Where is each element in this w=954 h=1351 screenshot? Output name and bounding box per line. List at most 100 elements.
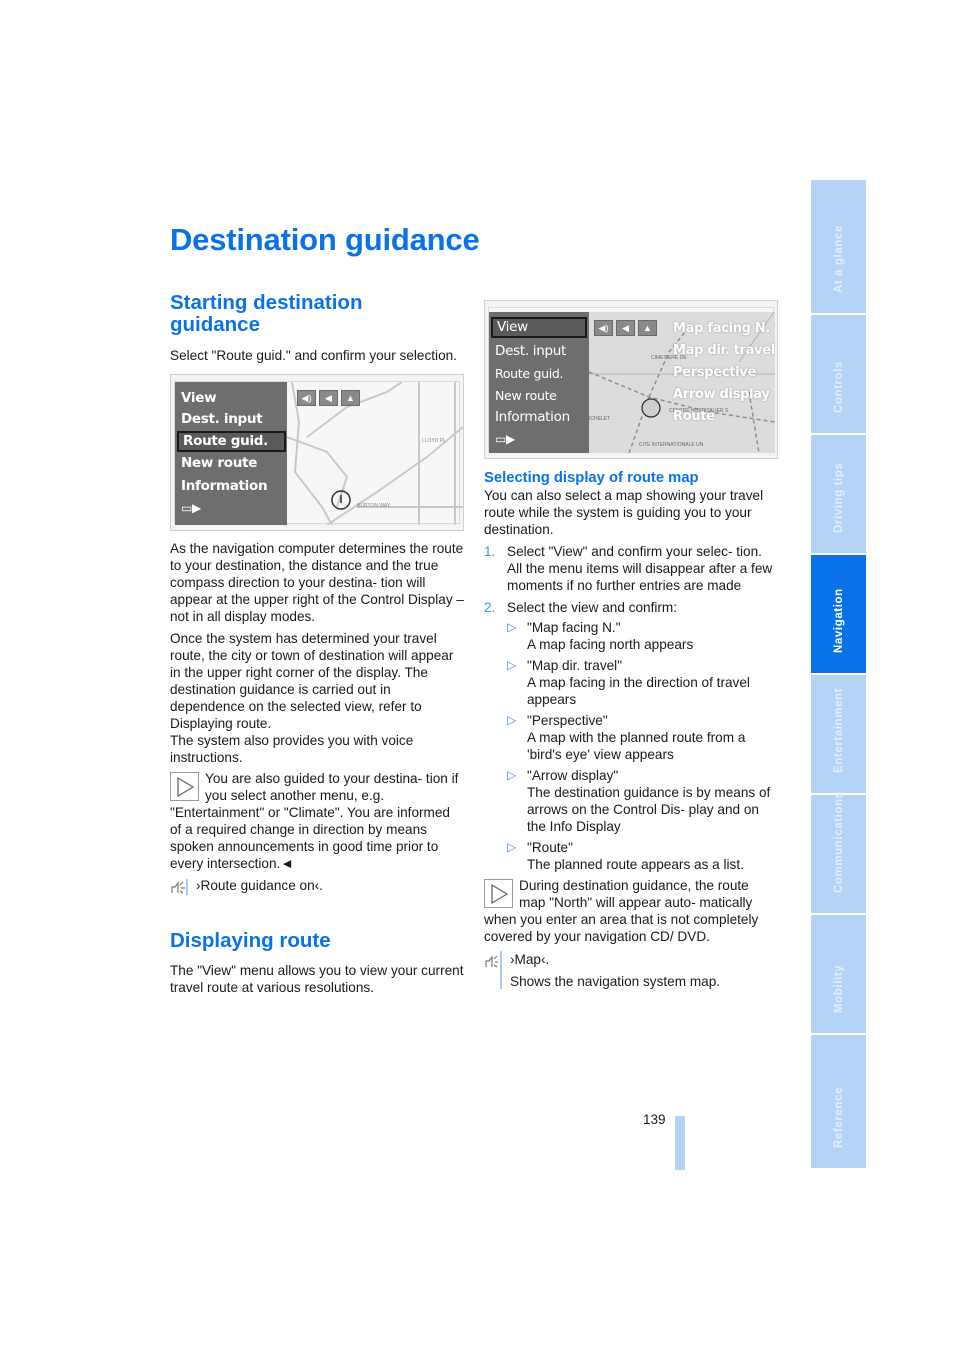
option-desc: The destination guidance is by means of … <box>527 785 771 834</box>
note-block: During destination guidance, the route m… <box>484 877 778 945</box>
menu-item-information: Information <box>495 409 570 425</box>
option-desc: A map facing north appears <box>527 637 694 652</box>
map-button-row: ◀) ◀ ▲ <box>297 390 360 406</box>
step-item: 2. Select the view and confirm: ▷ "Map f… <box>484 599 778 873</box>
option-label: "Route" <box>527 840 573 855</box>
tab-mobility[interactable]: Mobility <box>811 915 866 1033</box>
option-item: ▷ "Arrow display" The destination guidan… <box>507 767 778 835</box>
tab-navigation[interactable]: Navigation <box>811 555 866 673</box>
heading-line: guidance <box>170 313 260 336</box>
control-display: View Dest. input Route guid. New route I… <box>488 307 775 453</box>
note-block: You are also guided to your destina- tio… <box>170 770 464 872</box>
page-marker-bar <box>675 1116 685 1170</box>
voice-command: ›Route guidance on‹. <box>170 877 464 897</box>
view-option-perspective: Perspective <box>673 365 756 380</box>
menu-item-new-route: New route <box>495 388 557 403</box>
note-text: During destination guidance, the route m… <box>484 878 759 944</box>
speaker-icon: ◀) <box>297 390 316 406</box>
note-arrow-icon <box>170 772 199 801</box>
step-number: 1. <box>484 544 496 559</box>
section-heading-displaying-route: Displaying route <box>170 929 331 952</box>
tab-label: Driving tips <box>832 462 845 533</box>
paragraph: Once the system has determined your trav… <box>170 631 454 731</box>
left-column: Starting destination guidance Select "Ro… <box>170 292 464 996</box>
triangle-bullet-icon: ▷ <box>507 713 517 727</box>
mute-icon: ◀ <box>319 390 338 406</box>
paragraph: You can also select a map showing your t… <box>484 488 764 537</box>
triangle-bullet-icon: ▷ <box>507 658 517 672</box>
tab-label: At a glance <box>832 225 845 293</box>
menu-item-route-guid-selected: Route guid. <box>177 431 286 452</box>
split-screen-icon: ▭▶ <box>181 501 201 515</box>
menu-item-information: Information <box>181 478 268 494</box>
voice-command-text: ›Route guidance on‹. <box>196 878 323 893</box>
map-area: LLOYD PL BURTON WAY ◀) ◀ ▲ <box>287 382 463 525</box>
step-number: 2. <box>484 600 496 615</box>
right-column: View Dest. input Route guid. New route I… <box>484 300 778 990</box>
steps-list: 1. Select "View" and confirm your selec-… <box>484 543 778 873</box>
menu-panel: View Dest. input Route guid. New route I… <box>489 312 589 453</box>
triangle-bullet-icon: ▷ <box>507 620 517 634</box>
heading-line: Starting destination <box>170 291 363 314</box>
option-item: ▷ "Route" The planned route appears as a… <box>507 839 778 873</box>
play-triangle-icon <box>177 776 195 798</box>
vehicle-position-marker <box>641 398 661 418</box>
tab-label: Entertainment <box>832 687 845 773</box>
triangle-bullet-icon: ▷ <box>507 840 517 854</box>
tab-reference[interactable]: Reference <box>811 1035 866 1168</box>
tab-driving-tips[interactable]: Driving tips <box>811 435 866 553</box>
option-label: "Map facing N." <box>527 620 621 635</box>
paragraph: The system also provides you with voice … <box>170 733 414 765</box>
subheading-selecting-display: Selecting display of route map <box>484 470 699 486</box>
paragraph: The "View" menu allows you to view your … <box>170 963 464 995</box>
option-item: ▷ "Perspective" A map with the planned r… <box>507 712 778 763</box>
end-mark-icon: ◄ <box>280 856 294 871</box>
section-heading-starting-guidance: Starting destination guidance <box>170 292 464 336</box>
option-desc: The planned route appears as a list. <box>527 857 744 872</box>
view-option-arrow-display: Arrow display <box>673 387 770 402</box>
option-label: "Map dir. travel" <box>527 658 623 673</box>
tab-label: Reference <box>832 1086 845 1148</box>
tab-label: Mobility <box>832 964 845 1013</box>
menu-item-new-route: New route <box>181 455 258 471</box>
view-option-map-facing-n: Map facing N. <box>673 321 771 336</box>
screenshot-view-menu: View Dest. input Route guid. New route I… <box>484 300 778 459</box>
voice-command-icon <box>171 879 188 895</box>
view-options-description-list: ▷ "Map facing N." A map facing north app… <box>507 619 778 873</box>
tab-label: Controls <box>832 360 845 413</box>
play-triangle-icon <box>491 883 509 905</box>
menu-item-route-guid: Route guid. <box>495 366 564 381</box>
option-label: "Arrow display" <box>527 768 619 783</box>
intro-text: Select "Route guid." and confirm your se… <box>170 348 457 363</box>
option-item: ▷ "Map facing N." A map facing north app… <box>507 619 778 653</box>
tab-entertainment[interactable]: Entertainment <box>811 675 866 793</box>
chapter-thumb-index: At a glance Controls Driving tips Naviga… <box>811 180 866 1168</box>
voice-command-description: Shows the navigation system map. <box>510 974 721 989</box>
street-label: LLOYD PL <box>422 438 446 444</box>
step-item: 1. Select "View" and confirm your selec-… <box>484 543 778 594</box>
page-number: 139 <box>643 1112 666 1127</box>
mute-icon: ◀ <box>616 320 635 336</box>
voice-command-icon <box>485 955 498 968</box>
map-label: CITE INTERNATIONALE UN <box>639 442 704 448</box>
tab-communications[interactable]: Communications <box>811 791 866 913</box>
menu-item-view: View <box>181 390 217 406</box>
street-label: BURTON WAY <box>357 503 391 509</box>
tab-controls[interactable]: Controls <box>811 315 866 433</box>
step-text: Select the view and confirm: <box>507 600 678 615</box>
tab-at-a-glance[interactable]: At a glance <box>811 180 866 313</box>
tab-label: Navigation <box>832 588 845 653</box>
menu-item-view-selected: View <box>491 317 587 338</box>
step-text: Select "View" and confirm your selec- ti… <box>507 544 773 593</box>
option-label: "Perspective" <box>527 713 608 728</box>
menu-item-dest-input: Dest. input <box>495 343 567 359</box>
map-button-row: ◀) ◀ ▲ <box>594 320 657 336</box>
paragraph: As the navigation computer determines th… <box>170 541 464 624</box>
note-text: You are also guided to your destina- tio… <box>170 771 459 871</box>
map-area: CIMETIERE DE CENTRE HOSPITALIER S ICHELE… <box>589 312 775 453</box>
option-desc: A map facing in the direction of travel … <box>527 675 750 707</box>
view-option-route: Route <box>673 409 715 424</box>
option-item: ▷ "Map dir. travel" A map facing in the … <box>507 657 778 708</box>
tab-label: Communications <box>832 791 845 893</box>
page-title: Destination guidance <box>170 222 480 257</box>
